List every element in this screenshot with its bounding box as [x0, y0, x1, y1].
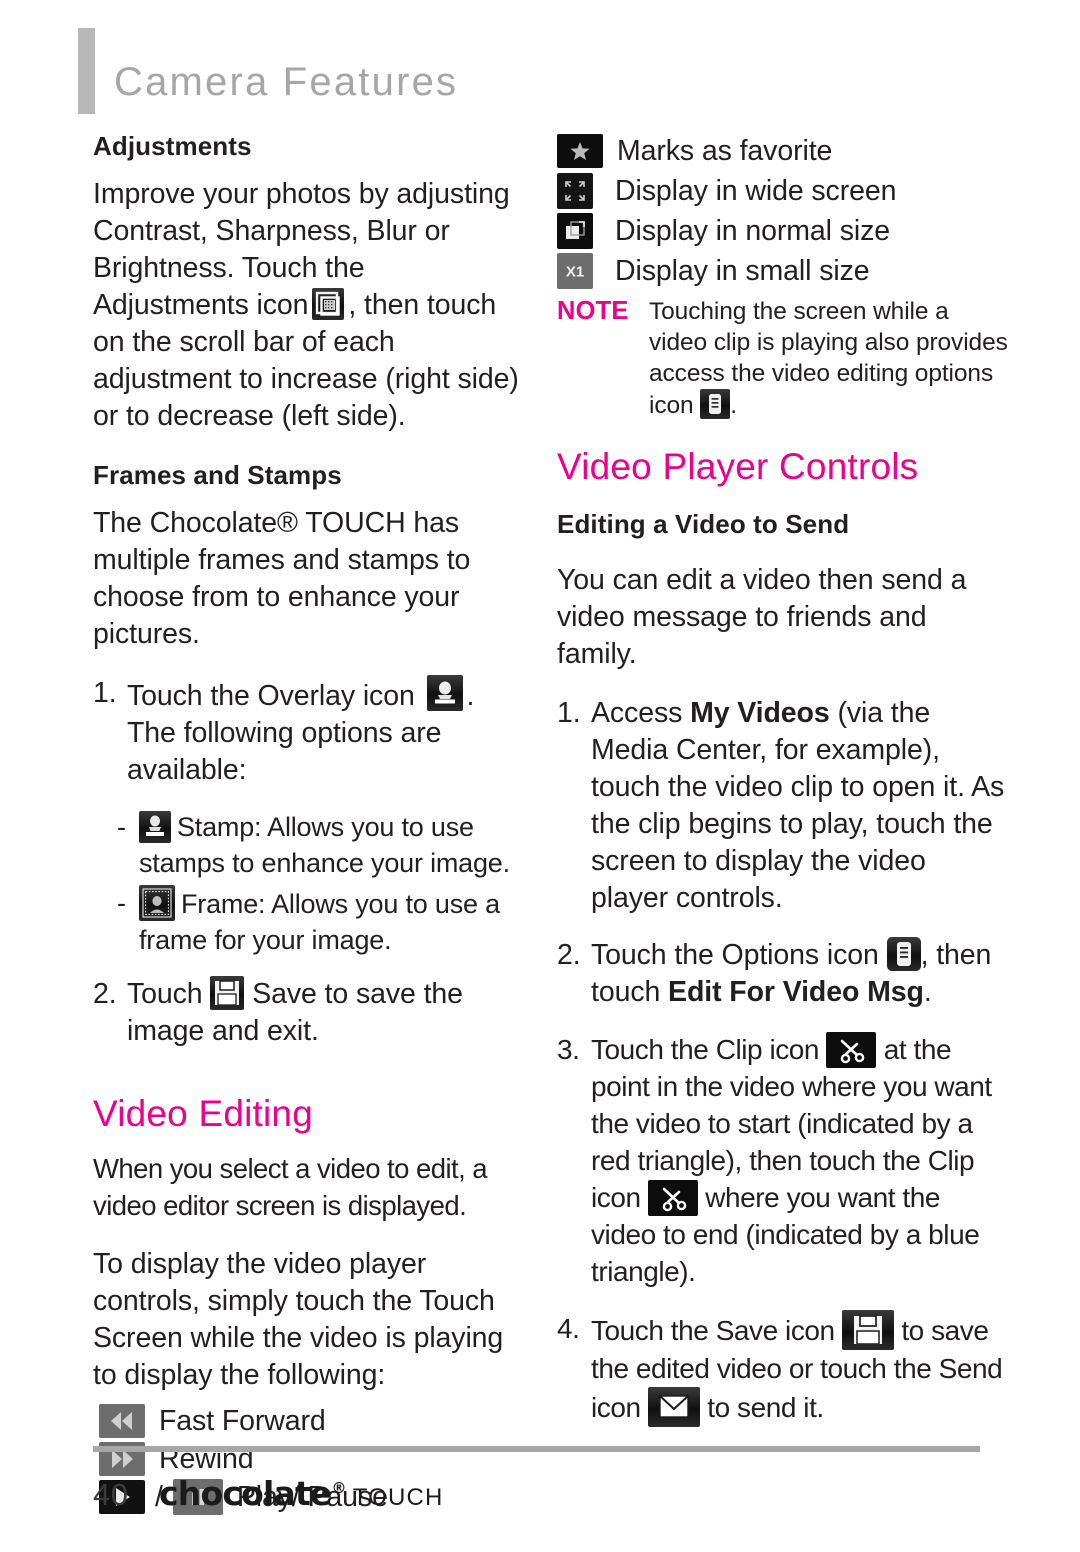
vpc-step-1: 1. Access My Videos (via the Media Cente… — [557, 695, 1009, 917]
frames-step-1-text-a: Touch the Overlay icon — [127, 679, 415, 712]
fast-forward-icon — [99, 1404, 145, 1439]
frames-step-1-number: 1. — [93, 676, 117, 709]
vpc-step-3-text: Touch the Clip icon at the point in the … — [591, 1031, 1009, 1290]
vpc-step-4-c: to send it. — [707, 1391, 824, 1423]
frames-bullet-frame: - Frame: Allows you to use a frame for y… — [93, 884, 525, 958]
brand-logo-word: chocolate — [159, 1474, 332, 1513]
bullet-dash: - — [117, 887, 126, 918]
vpc-step-1-text: Access My Videos (via the Media Center, … — [591, 695, 1009, 917]
note-block: NOTE Touching the screen while a video c… — [557, 296, 1009, 421]
frames-bullet-frame-label: Frame: Allows you to use a frame for you… — [139, 888, 500, 955]
frames-step-2: 2. Touch Save to save the image and exit… — [93, 975, 525, 1050]
frame-icon — [139, 884, 175, 921]
header-accent-bar — [78, 28, 95, 114]
vpc-step-1-bold: My Videos — [690, 696, 830, 729]
note-label: NOTE — [557, 297, 629, 325]
vpc-step-3-number: 3. — [557, 1033, 580, 1065]
icon-label-small-size: Display in small size — [615, 255, 870, 287]
clip-scissors-icon — [826, 1031, 877, 1068]
right-column: Marks as favorite Display in wide screen… — [557, 132, 1009, 1447]
bullet-dash: - — [117, 811, 126, 842]
frames-step-2-number: 2. — [93, 977, 117, 1010]
vpc-step-2-number: 2. — [557, 938, 581, 971]
video-editing-paragraph-1: When you select a video to edit, a video… — [93, 1153, 488, 1222]
page-number: 40 — [93, 1477, 129, 1512]
icon-row-normal-size: Display in normal size — [557, 212, 1009, 250]
control-row-fast-forward: Fast Forward — [93, 1402, 525, 1440]
note-trailing: . — [730, 392, 737, 419]
options-icon — [700, 389, 731, 419]
frames-bullet-stamp-text: Stamp: Allows you to use stamps to enhan… — [139, 809, 525, 881]
send-envelope-icon — [647, 1386, 700, 1427]
video-editing-paragraph-2: To display the video player controls, si… — [93, 1248, 504, 1392]
svg-text:X1: X1 — [566, 264, 584, 281]
frames-heading: Frames and Stamps — [93, 459, 342, 490]
vpc-step-1-b: (via the Media Center, for example), tou… — [591, 696, 1005, 914]
icon-label-normal-size: Display in normal size — [615, 215, 890, 247]
frames-bullet-stamp-label: Stamp: Allows you to use stamps to enhan… — [139, 811, 510, 878]
footer-divider — [93, 1446, 980, 1452]
brand-logo-name: chocolate® — [159, 1474, 347, 1513]
control-label-fast-forward: Fast Forward — [159, 1405, 326, 1438]
star-icon — [557, 134, 603, 168]
save-floppy-icon — [841, 1309, 894, 1350]
vpc-step-2-bold: Edit For Video Msg — [668, 975, 924, 1008]
save-floppy-icon — [210, 975, 245, 1010]
frames-bullet-stamp: - Stamp: Allows you to use stamps to enh… — [93, 809, 525, 881]
frames-intro: The Chocolate® TOUCH has multiple frames… — [93, 506, 471, 650]
icon-row-wide-screen: Display in wide screen — [557, 172, 1009, 210]
icon-row-favorite: Marks as favorite — [557, 132, 1009, 170]
frames-bullet-frame-text: Frame: Allows you to use a frame for you… — [139, 884, 525, 958]
brand-logo: chocolate® TOUCH — [159, 1474, 444, 1513]
icon-row-small-size: X1 Display in small size — [557, 252, 1009, 290]
adjustments-heading: Adjustments — [93, 131, 252, 161]
video-editing-heading: Video Editing — [93, 1092, 313, 1134]
frames-step-1: 1. Touch the Overlay icon . The followin… — [93, 674, 525, 789]
overlay-icon — [426, 674, 463, 711]
small-size-icon: X1 — [557, 253, 593, 289]
frames-step-2-text: Touch Save to save the image and exit. — [127, 975, 525, 1050]
vpc-step-2-a: Touch the Options icon — [591, 938, 879, 971]
options-icon — [886, 936, 921, 971]
clip-scissors-icon — [647, 1179, 698, 1216]
vpc-step-4: 4. Touch the Save icon to save the edite… — [557, 1309, 1009, 1427]
registered-mark: ® — [331, 1479, 347, 1497]
page-title: Camera Features — [114, 60, 459, 104]
editing-video-subheading: Editing a Video to Send — [557, 508, 850, 539]
vpc-step-4-a: Touch the Save icon — [591, 1314, 835, 1346]
vpc-step-2: 2. Touch the Options icon , then touch E… — [557, 936, 1009, 1011]
icon-label-favorite: Marks as favorite — [617, 135, 833, 167]
wide-screen-icon — [557, 173, 593, 209]
adjustments-paragraph: Improve your photos by adjusting Contras… — [93, 176, 525, 435]
frames-step-1-text: Touch the Overlay icon . The following o… — [127, 674, 525, 789]
note-text: Touching the screen while a video clip i… — [649, 296, 1009, 421]
page-footer: 40 chocolate® TOUCH — [93, 1446, 993, 1513]
vpc-step-4-number: 4. — [557, 1312, 580, 1344]
normal-size-icon — [557, 213, 593, 249]
video-player-controls-heading: Video Player Controls — [557, 446, 919, 487]
vpc-step-1-a: Access — [591, 696, 691, 729]
left-column: Adjustments Improve your photos by adjus… — [93, 131, 525, 1516]
stamp-icon — [139, 810, 171, 843]
brand-logo-suffix: TOUCH — [352, 1484, 444, 1511]
icon-label-wide-screen: Display in wide screen — [615, 175, 897, 207]
vpc-step-4-text: Touch the Save icon to save the edited v… — [591, 1309, 1009, 1427]
vpc-step-2-c: . — [923, 975, 932, 1008]
vpc-step-3: 3. Touch the Clip icon at the point in t… — [557, 1031, 1009, 1290]
vpc-step-2-text: Touch the Options icon , then touch Edit… — [591, 936, 1009, 1011]
frames-step-2-text-a: Touch — [127, 977, 203, 1010]
editing-video-intro: You can edit a video then send a video m… — [557, 563, 967, 670]
footer-row: 40 chocolate® TOUCH — [93, 1474, 993, 1513]
adjustments-icon — [312, 287, 345, 320]
page-header: Camera Features — [78, 28, 1008, 118]
vpc-step-1-number: 1. — [557, 696, 581, 729]
vpc-step-3-a: Touch the Clip icon — [591, 1033, 820, 1065]
